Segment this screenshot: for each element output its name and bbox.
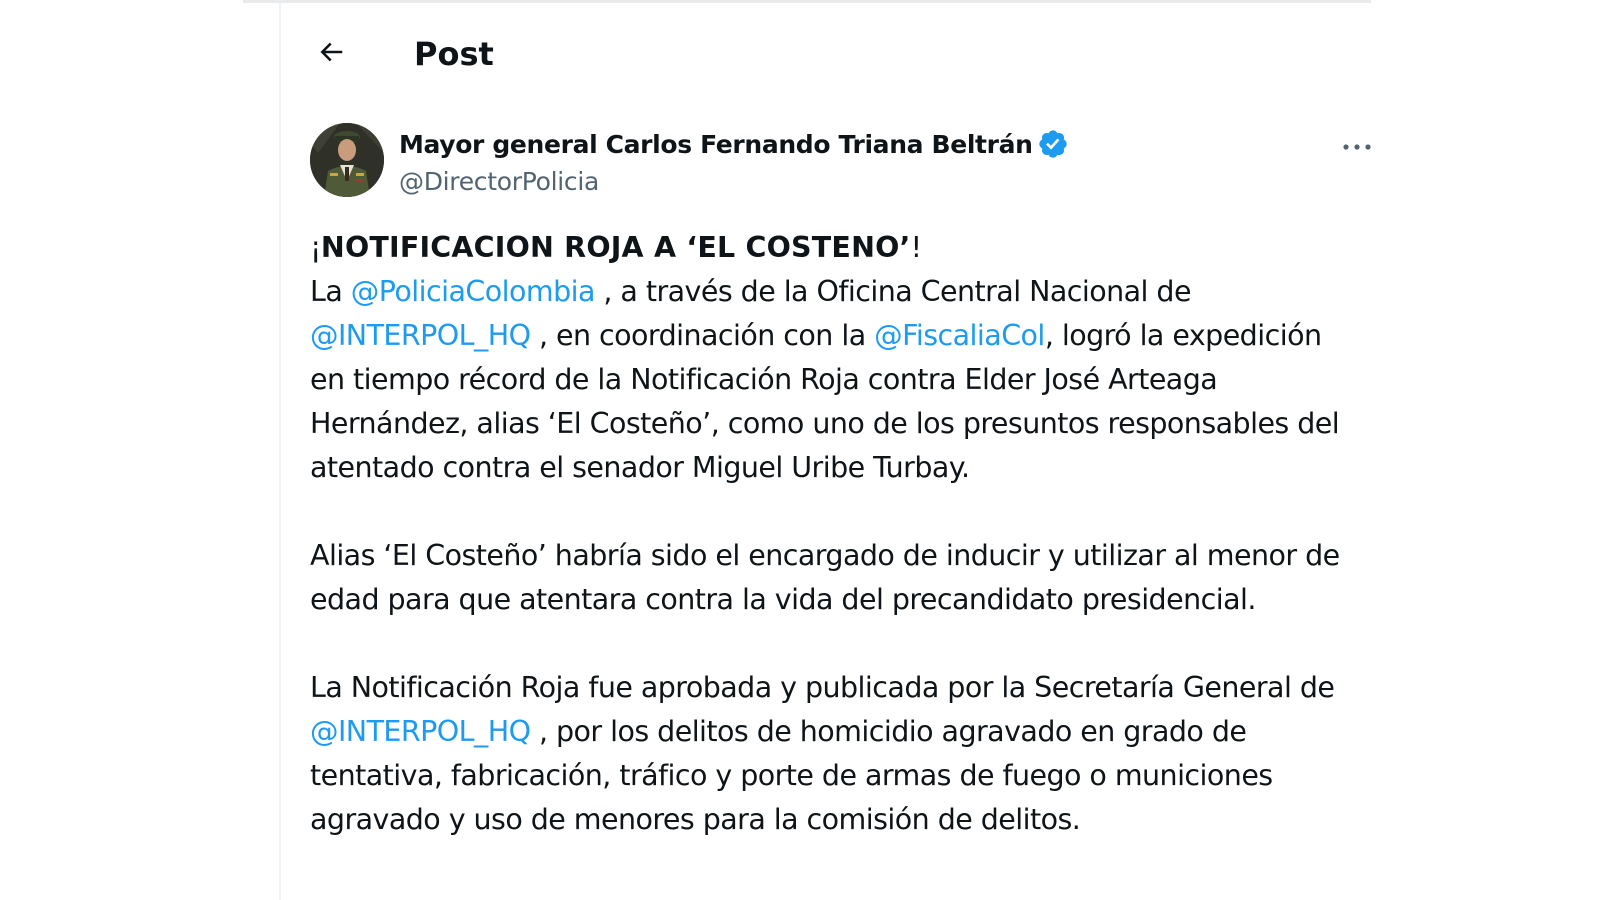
avatar[interactable] <box>310 123 384 197</box>
mention-policia-colombia[interactable]: @PoliciaColombia <box>351 275 596 308</box>
headline-prefix: ¡ <box>310 231 321 264</box>
post-text: ¡NOTIFICACIOΝ ROJA A ‘EL COSTEΝO’! La @P… <box>310 226 1370 842</box>
text-segment: , logró la expedición <box>1044 319 1322 352</box>
more-horizontal-icon <box>1342 137 1372 156</box>
text-segment: , en coordinación con la <box>530 319 875 352</box>
text-segment: La <box>310 275 351 308</box>
author-handle[interactable]: @DirectorPolicia <box>399 165 599 199</box>
post-line: Alias ‘El Costeño’ habría sido el encarg… <box>310 539 1340 572</box>
mention-interpol-hq[interactable]: @INTERPOL_HQ <box>310 715 531 748</box>
post-line: @INTERPOL_HQ , por los delitos de homici… <box>310 710 1370 754</box>
post-header: Post <box>281 3 1373 108</box>
text-segment: , a través de la Oficina Central Naciona… <box>594 275 1191 308</box>
mention-fiscalia-col[interactable]: @FiscaliaCol <box>874 319 1045 352</box>
text-segment: , por los delitos de homicidio agravado … <box>530 715 1247 748</box>
headline-suffix: ! <box>910 231 922 264</box>
post-line: La @PoliciaColombia , a través de la Ofi… <box>310 270 1370 314</box>
page-title: Post <box>414 35 494 73</box>
post-author: Mayor general Carlos Fernando Triana Bel… <box>310 123 1371 203</box>
post-line: agravado y uso de menores para la comisi… <box>310 803 1081 836</box>
back-button[interactable] <box>303 29 359 79</box>
post-line: La Notificación Roja fue aprobada y publ… <box>310 671 1335 704</box>
post-line: tentativa, fabricación, tráfico y porte … <box>310 759 1273 792</box>
arrow-left-icon <box>316 37 346 71</box>
post-line: atentado contra el senador Miguel Uribe … <box>310 451 970 484</box>
post-line: en tiempo récord de la Notificación Roja… <box>310 363 1218 396</box>
mention-interpol-hq[interactable]: @INTERPOL_HQ <box>310 319 531 352</box>
post-headline: NOTIFICACIOΝ ROJA A ‘EL COSTEΝO’ <box>320 231 911 264</box>
author-name[interactable]: Mayor general Carlos Fernando Triana Bel… <box>399 128 1033 162</box>
post-headline-line: ¡NOTIFICACIOΝ ROJA A ‘EL COSTEΝO’! <box>310 226 1370 270</box>
post-line: edad para que atentara contra la vida de… <box>310 583 1256 616</box>
verified-badge-icon <box>1037 128 1069 160</box>
post-line: Hernández, alias ‘El Costeño’, como uno … <box>310 407 1340 440</box>
post-column: Post Mayor general Carlos Fernando Trian… <box>279 3 1373 900</box>
more-options-button[interactable] <box>1334 131 1380 161</box>
post-line: @INTERPOL_HQ , en coordinación con la @F… <box>310 314 1370 358</box>
